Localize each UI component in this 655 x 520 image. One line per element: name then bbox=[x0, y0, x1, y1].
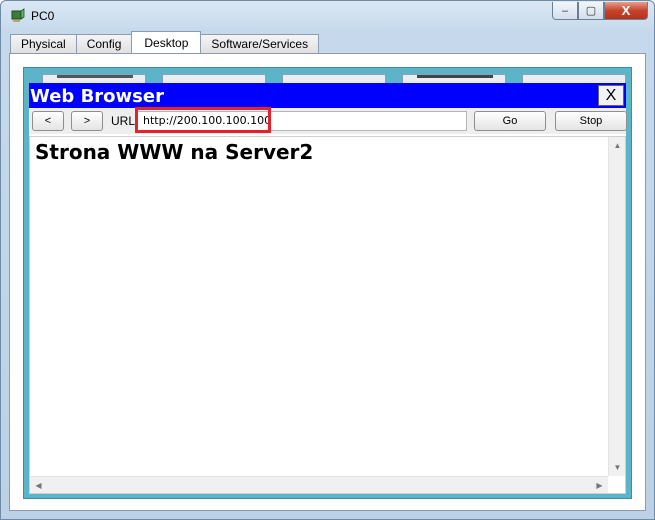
desktop-tab-panel: Web Browser X < > URL http://200.100.100… bbox=[9, 53, 646, 511]
back-button[interactable]: < bbox=[32, 111, 64, 131]
window-title: PC0 bbox=[31, 9, 55, 23]
horizontal-scrollbar[interactable]: ◀ ▶ bbox=[30, 476, 608, 493]
stop-button[interactable]: Stop bbox=[555, 111, 627, 131]
browser-titlebar: Web Browser X bbox=[29, 83, 626, 108]
scroll-right-arrow-icon[interactable]: ▶ bbox=[591, 477, 608, 494]
tab-physical[interactable]: Physical bbox=[10, 34, 77, 53]
page-heading: Strona WWW na Server2 bbox=[35, 140, 314, 164]
tab-config[interactable]: Config bbox=[75, 34, 133, 53]
window-titlebar[interactable]: PC0 – ▢ X bbox=[1, 1, 654, 31]
tab-desktop[interactable]: Desktop bbox=[131, 31, 202, 53]
web-browser-window: Web Browser X < > URL http://200.100.100… bbox=[29, 83, 627, 494]
maximize-button[interactable]: ▢ bbox=[578, 2, 604, 20]
page-view: Strona WWW na Server2 ▲ ▼ ◀ ▶ bbox=[29, 136, 626, 494]
go-button[interactable]: Go bbox=[474, 111, 546, 131]
maximize-icon: ▢ bbox=[585, 5, 597, 17]
packet-tracer-pc-icon bbox=[10, 8, 26, 24]
url-label: URL bbox=[111, 114, 136, 128]
close-icon: X bbox=[621, 3, 631, 18]
minimize-button[interactable]: – bbox=[552, 2, 578, 20]
tab-software-services[interactable]: Software/Services bbox=[200, 34, 320, 53]
vertical-scrollbar[interactable]: ▲ ▼ bbox=[608, 137, 625, 476]
browser-close-button[interactable]: X bbox=[598, 85, 624, 106]
close-button[interactable]: X bbox=[604, 2, 648, 20]
desktop-area: Web Browser X < > URL http://200.100.100… bbox=[23, 67, 632, 499]
window-controls: – ▢ X bbox=[552, 2, 648, 20]
browser-toolbar: < > URL http://200.100.100.100 Go Stop bbox=[29, 107, 627, 134]
forward-button[interactable]: > bbox=[71, 111, 103, 131]
scroll-down-arrow-icon[interactable]: ▼ bbox=[609, 459, 626, 476]
minimize-icon: – bbox=[561, 4, 569, 17]
pc0-window: PC0 – ▢ X Physical Config Desktop Softwa… bbox=[0, 0, 655, 520]
tab-bar: Physical Config Desktop Software/Service… bbox=[10, 31, 320, 53]
browser-title: Web Browser bbox=[30, 86, 164, 107]
scroll-up-arrow-icon[interactable]: ▲ bbox=[609, 137, 626, 154]
url-input[interactable]: http://200.100.100.100 bbox=[137, 111, 467, 131]
scroll-left-arrow-icon[interactable]: ◀ bbox=[30, 477, 47, 494]
